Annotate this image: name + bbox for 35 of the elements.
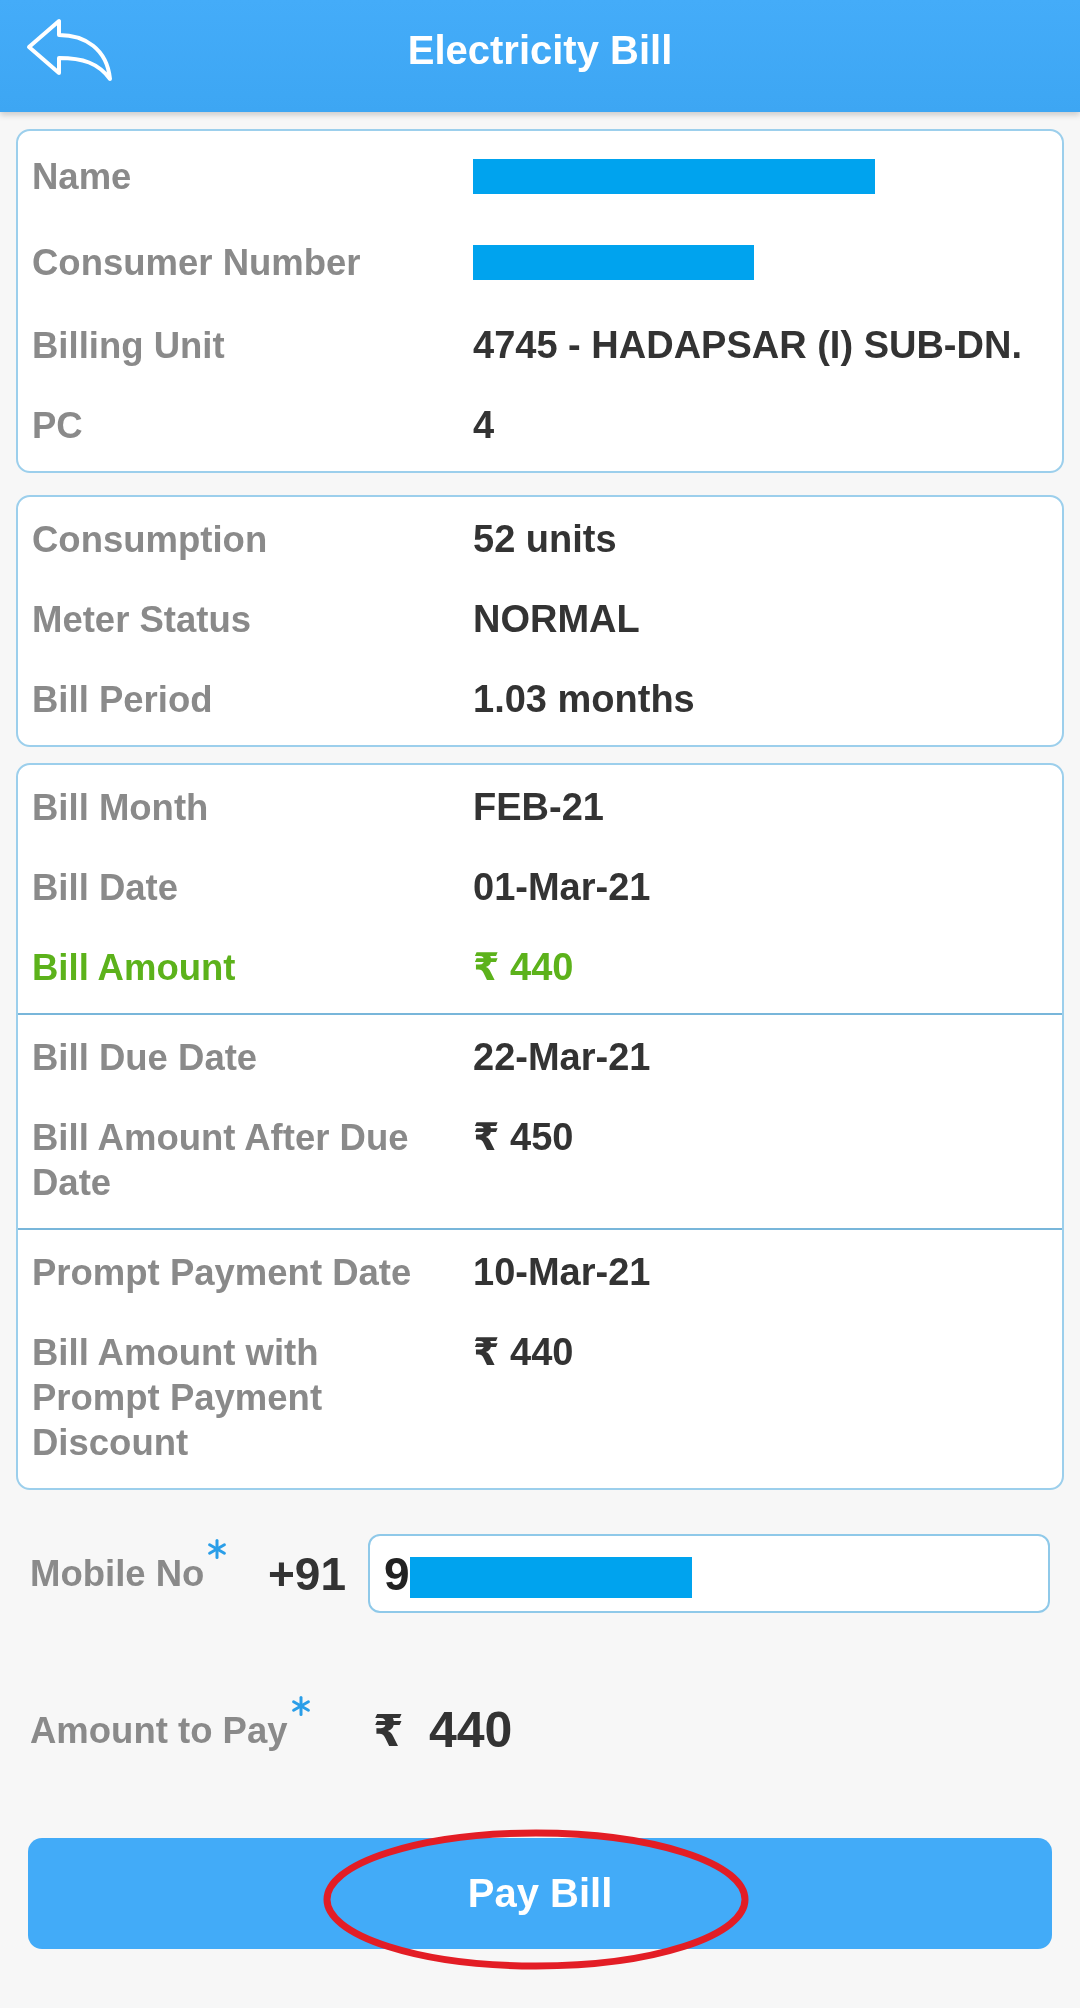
currency-symbol: ₹ — [373, 1704, 405, 1756]
mobile-number-value: 9 — [384, 1546, 410, 1601]
field-label: Bill Due Date — [32, 1036, 258, 1080]
field-label: Billing Unit — [32, 324, 225, 368]
field-label: Consumer Number — [32, 241, 361, 285]
field-label: Bill Amount with Prompt Payment Discount — [32, 1331, 324, 1465]
field-label: Bill Amount — [32, 946, 236, 990]
field-label: Bill Amount After Due Date — [32, 1116, 410, 1205]
field-label: Bill Month — [32, 786, 209, 830]
back-icon[interactable] — [25, 17, 113, 83]
field-label: Name — [32, 155, 132, 199]
field-value: 4 — [473, 403, 495, 448]
field-value: ₹ 440 — [473, 1330, 574, 1375]
field-value: 22-Mar-21 — [473, 1035, 651, 1080]
field-value: ₹ 450 — [473, 1115, 574, 1160]
field-label: Consumption — [32, 518, 268, 562]
field-value: 10-Mar-21 — [473, 1250, 651, 1295]
country-code: +91 — [268, 1546, 348, 1601]
field-value: FEB-21 — [473, 785, 604, 830]
field-value: 01-Mar-21 — [473, 865, 651, 910]
amount-value: 440 — [429, 1701, 513, 1759]
field-label: Prompt Payment Date — [32, 1251, 412, 1295]
field-value: 52 units — [473, 517, 617, 562]
field-label: PC — [32, 404, 83, 448]
mobile-label: Mobile No — [30, 1552, 205, 1596]
field-value: ₹ 440 — [473, 945, 574, 990]
field-value: 4745 - HADAPSAR (I) SUB-DN. — [473, 323, 1022, 368]
field-label: Bill Period — [32, 678, 213, 722]
field-value: NORMAL — [473, 597, 640, 642]
mobile-number-field[interactable]: 9 — [368, 1534, 1050, 1613]
page-title: Electricity Bill — [406, 27, 674, 73]
field-label: Meter Status — [32, 598, 252, 642]
field-label: Bill Date — [32, 866, 179, 910]
amount-label: Amount to Pay — [30, 1708, 288, 1753]
field-value: 1.03 months — [473, 677, 695, 722]
